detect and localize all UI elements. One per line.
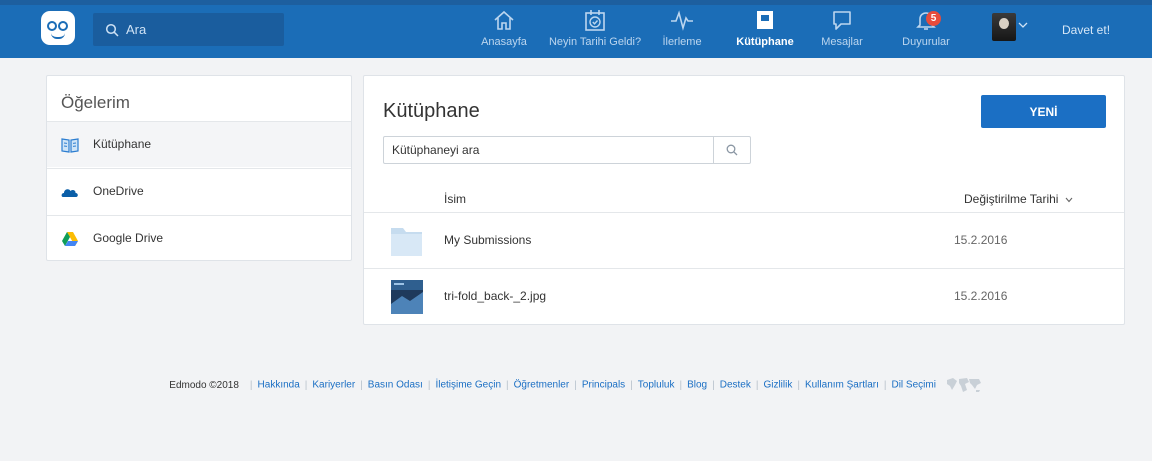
footer-separator: | <box>427 379 431 391</box>
my-items-panel: Öğelerim Kütüphane OneDrive Google Drive <box>46 75 352 261</box>
footer-link-careers[interactable]: Kariyerler <box>312 380 355 391</box>
library-search-button[interactable] <box>713 137 750 163</box>
footer-separator: | <box>630 379 633 391</box>
logo-eye <box>47 21 57 31</box>
footer-link-support[interactable]: Destek <box>720 380 751 391</box>
nav-messages-label: Mesajlar <box>821 36 863 48</box>
edmodo-logo-icon[interactable] <box>41 11 75 45</box>
footer-link-teachers[interactable]: Öğretmenler <box>514 380 570 391</box>
column-header-name[interactable]: İsim <box>444 192 466 206</box>
library-icon <box>757 11 773 29</box>
nav-due-dates-label: Neyin Tarihi Geldi? <box>548 36 642 48</box>
footer: Edmodo ©2018 | Hakkında | Kariyerler | Basın O… <box>0 376 1152 394</box>
footer-separator: | <box>712 379 715 391</box>
search-icon <box>726 144 738 156</box>
home-icon <box>494 10 514 30</box>
sidebar-item-google-drive[interactable]: Google Drive <box>47 215 351 261</box>
footer-link-principals[interactable]: Principals <box>582 380 625 391</box>
notification-count-badge: 5 <box>926 11 941 26</box>
nav-library[interactable]: Kütüphane <box>733 5 797 58</box>
table-row[interactable]: tri-fold_back-_2.jpg 15.2.2016 <box>364 268 1124 324</box>
sidebar-item-library[interactable]: Kütüphane <box>47 121 351 167</box>
footer-separator: | <box>304 379 308 391</box>
column-header-date-label: Değiştirilme Tarihi <box>964 192 1059 206</box>
library-search-input[interactable] <box>384 137 714 163</box>
row-date: 15.2.2016 <box>954 289 1008 303</box>
image-thumbnail <box>391 280 423 314</box>
footer-copyright: Edmodo ©2018 <box>169 379 239 391</box>
user-avatar[interactable] <box>992 13 1016 41</box>
sidebar-item-onedrive[interactable]: OneDrive <box>47 168 351 214</box>
footer-link-community[interactable]: Topluluk <box>638 380 675 391</box>
google-drive-icon <box>62 232 78 246</box>
my-items-title: Öğelerim <box>61 93 130 112</box>
footer-link-terms[interactable]: Kullanım Şartları <box>805 380 879 391</box>
footer-separator: | <box>574 379 577 391</box>
folder-icon <box>391 228 422 256</box>
nav-notifications[interactable]: Duyurular <box>894 5 958 58</box>
book-icon <box>61 138 79 153</box>
footer-separator: | <box>797 379 800 391</box>
nav-notifications-label: Duyurular <box>902 36 950 48</box>
nav-home-label: Anasayfa <box>481 36 527 48</box>
footer-link-blog[interactable]: Blog <box>687 380 707 391</box>
footer-link-language[interactable]: Dil Seçimi <box>891 380 935 391</box>
logo-mouth <box>51 33 65 39</box>
invite-link[interactable]: Davet et! <box>1062 23 1110 37</box>
new-button[interactable]: YENİ <box>981 95 1106 128</box>
page-title: Kütüphane <box>383 100 480 122</box>
footer-link-about[interactable]: Hakkında <box>258 380 300 391</box>
row-name: tri-fold_back-_2.jpg <box>444 289 547 303</box>
global-search[interactable]: Ara <box>93 13 284 46</box>
footer-separator: | <box>883 379 887 391</box>
top-navigation-bar: Ara Anasayfa Neyin Tarihi Geldi? İlerlem… <box>0 0 1152 58</box>
sidebar-item-label: Kütüphane <box>93 137 152 151</box>
table-row[interactable]: My Submissions 15.2.2016 <box>364 212 1124 268</box>
library-panel: Kütüphane YENİ İsim Değiştirilme Tarihi … <box>363 75 1125 325</box>
chevron-down-icon[interactable] <box>1018 21 1028 29</box>
footer-link-privacy[interactable]: Gizlilik <box>763 380 792 391</box>
row-date: 15.2.2016 <box>954 233 1008 247</box>
footer-link-contact[interactable]: İletişime Geçin <box>435 380 501 391</box>
footer-separator: | <box>360 379 363 391</box>
footer-separator: | <box>755 379 759 391</box>
nav-messages[interactable]: Mesajlar <box>814 5 870 58</box>
nav-library-label: Kütüphane <box>736 36 794 48</box>
column-header-date[interactable]: Değiştirilme Tarihi <box>964 192 1073 206</box>
chat-icon <box>833 11 851 30</box>
onedrive-icon <box>61 189 78 197</box>
chevron-down-icon <box>1065 197 1073 203</box>
footer-separator: | <box>506 379 509 391</box>
sidebar-item-label: OneDrive <box>93 184 144 198</box>
search-icon <box>105 23 119 37</box>
footer-separator: | <box>679 379 683 391</box>
footer-link-press[interactable]: Basın Odası <box>368 380 423 391</box>
sidebar-item-label: Google Drive <box>93 231 164 245</box>
row-name: My Submissions <box>444 233 532 247</box>
nav-home[interactable]: Anasayfa <box>472 5 536 58</box>
footer-separator: | <box>249 379 253 391</box>
global-search-placeholder: Ara <box>126 22 147 37</box>
nav-progress[interactable]: İlerleme <box>656 5 708 58</box>
library-search <box>383 136 751 164</box>
nav-due-dates[interactable]: Neyin Tarihi Geldi? <box>542 5 648 58</box>
pulse-icon <box>671 10 693 31</box>
logo-eye <box>58 21 68 31</box>
calendar-check-icon <box>585 10 605 31</box>
nav-progress-label: İlerleme <box>662 36 702 48</box>
world-map-icon[interactable] <box>945 376 983 394</box>
